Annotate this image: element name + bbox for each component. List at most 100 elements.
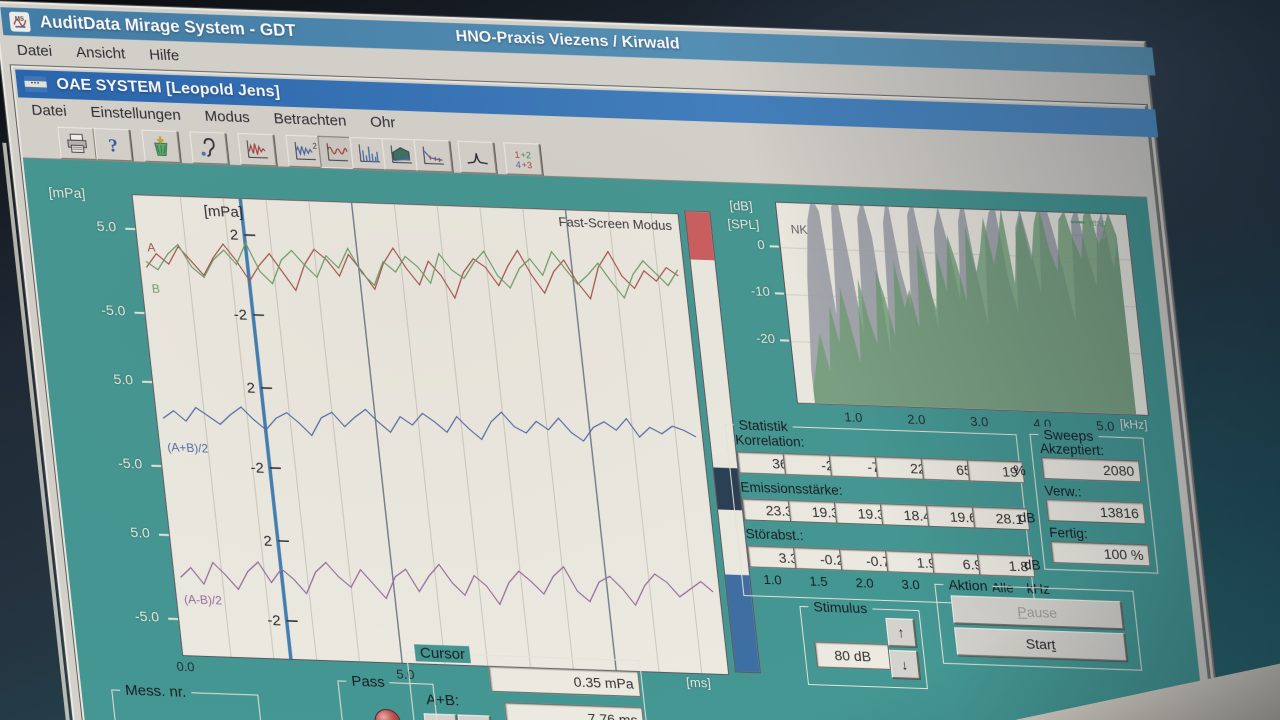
menu-hilfe[interactable]: Hilfe bbox=[136, 43, 192, 66]
verw-label: Verw.: bbox=[1044, 483, 1082, 499]
spectrum-ylabel: -20 bbox=[734, 330, 776, 346]
spectrum-area-icon bbox=[387, 143, 415, 166]
oae-menu-datei[interactable]: Datei bbox=[18, 99, 79, 122]
start-button[interactable]: Start bbox=[954, 627, 1127, 661]
axis-tick bbox=[159, 534, 169, 536]
stimulus-view-button[interactable] bbox=[237, 133, 277, 166]
fertig-label: Fertig: bbox=[1048, 525, 1088, 541]
svg-text:resp: resp bbox=[1088, 218, 1107, 229]
stimulus-down-button[interactable]: ↓ bbox=[889, 650, 920, 679]
axis-tick bbox=[780, 339, 789, 341]
svg-text:2: 2 bbox=[229, 226, 239, 243]
stimulus-up-button[interactable]: ↑ bbox=[885, 618, 916, 647]
app-icon: MS bbox=[9, 11, 31, 32]
spectrum-ylabel: -10 bbox=[729, 283, 771, 299]
down-arrow-icon: ↓ bbox=[900, 656, 909, 672]
waveform-ylabel: 5.0 bbox=[59, 216, 117, 234]
waveform-ylabel: 5.0 bbox=[93, 522, 151, 540]
waveform-unit-label: [mPa] bbox=[48, 184, 86, 201]
oae-menu-modus[interactable]: Modus bbox=[191, 105, 262, 128]
monitor-photo: MS AuditData Mirage System - GDT HNO-Pra… bbox=[0, 0, 1280, 720]
mess-nr-title: Mess. nr. bbox=[119, 682, 192, 701]
combine-1234-icon: 1+2 4+3 bbox=[509, 148, 537, 171]
freq-label: 2.0 bbox=[842, 575, 888, 592]
oae-menu-betrachten[interactable]: Betrachten bbox=[261, 107, 360, 131]
help-button[interactable]: ? bbox=[93, 128, 133, 161]
freq-label: 1.0 bbox=[750, 571, 796, 588]
help-icon: ? bbox=[99, 133, 127, 156]
practice-name: HNO-Praxis Viezens / Kirwald bbox=[455, 28, 681, 54]
svg-text:Fast-Screen Modus: Fast-Screen Modus bbox=[558, 214, 673, 233]
fertig-value: 100 % bbox=[1050, 541, 1150, 566]
start-label-key: t bbox=[1051, 637, 1057, 653]
svg-text:(A+B)/2: (A+B)/2 bbox=[167, 440, 210, 455]
waveform-ylabel: -5.0 bbox=[85, 453, 143, 471]
pass-group: Pass bbox=[337, 680, 442, 720]
cursor-group: Cursor A+B: ← → 0.35 mPa 7.76 ms bbox=[406, 652, 651, 720]
axis-tick bbox=[775, 292, 784, 294]
print-button[interactable] bbox=[57, 127, 97, 160]
spectrum-unit-spl: [SPL] bbox=[727, 216, 760, 232]
verw-value: 13816 bbox=[1046, 499, 1146, 524]
spectrum-xlabel: 1.0 bbox=[837, 409, 869, 425]
oae-menu-ohr[interactable]: Ohr bbox=[357, 111, 408, 134]
cursor-time-field[interactable]: 7.76 ms bbox=[504, 702, 645, 720]
peak-curve-icon bbox=[463, 146, 491, 169]
akzeptiert-label: Akzeptiert: bbox=[1039, 441, 1104, 458]
spectrum-bars-icon bbox=[355, 142, 383, 165]
stimulus-level-field[interactable]: 80 dB bbox=[814, 641, 891, 670]
combine-1234-view-button[interactable]: 1+2 4+3 bbox=[503, 142, 543, 175]
delete-sweeps-button[interactable] bbox=[141, 130, 181, 163]
waveform-squared-icon: 2 bbox=[291, 140, 319, 163]
pause-label: ause bbox=[1026, 604, 1058, 621]
waveform-xlabel: 0.0 bbox=[176, 659, 196, 675]
menu-datei[interactable]: Datei bbox=[4, 39, 65, 62]
oae-menu-einstellungen[interactable]: Einstellungen bbox=[77, 101, 193, 126]
svg-text:MS: MS bbox=[15, 17, 25, 23]
svg-text:(A-B)/2: (A-B)/2 bbox=[183, 592, 223, 607]
pause-button[interactable]: Pause bbox=[951, 595, 1124, 629]
ear-icon bbox=[195, 137, 223, 160]
aktion-group: Aktion Pause Start bbox=[934, 584, 1142, 671]
svg-text:?: ? bbox=[107, 136, 119, 157]
freq-label: 3.0 bbox=[888, 576, 934, 593]
svg-text:B: B bbox=[151, 281, 161, 295]
ear-button[interactable] bbox=[189, 131, 229, 164]
waveform-ylabel: 5.0 bbox=[76, 369, 134, 387]
waveform-ylabel: -5.0 bbox=[68, 300, 126, 318]
akzeptiert-value: 2080 bbox=[1041, 457, 1141, 482]
svg-text:NK: NK bbox=[790, 222, 808, 237]
peak-curve-view-button[interactable] bbox=[457, 141, 497, 174]
start-label: Star bbox=[1025, 636, 1052, 653]
cursor-right-button[interactable]: → bbox=[458, 715, 493, 720]
cursor-title: Cursor bbox=[414, 644, 471, 663]
spectrum-unit-db: [dB] bbox=[729, 198, 754, 214]
waveform-red-icon bbox=[323, 141, 351, 164]
svg-text:2: 2 bbox=[246, 379, 256, 396]
svg-text:+2: +2 bbox=[520, 150, 531, 160]
svg-text:A: A bbox=[147, 240, 157, 254]
svg-text:-2: -2 bbox=[250, 459, 265, 476]
svg-text:-2: -2 bbox=[233, 306, 248, 323]
spectrum-line-view-button[interactable] bbox=[413, 139, 453, 172]
korrelation-unit: % bbox=[1013, 463, 1027, 478]
stimulus-waveform-icon bbox=[243, 138, 271, 161]
svg-text:Stör: Stör bbox=[1090, 231, 1108, 242]
print-icon bbox=[63, 132, 91, 155]
sweeps-group: Sweeps Akzeptiert: 2080 Verw.: 13816 Fer… bbox=[1029, 434, 1158, 574]
svg-text:[mPa]: [mPa] bbox=[203, 203, 244, 221]
axis-tick bbox=[134, 312, 144, 314]
emission-label: Emissionsstärke: bbox=[740, 479, 844, 498]
stoerabst-unit: dB bbox=[1023, 557, 1041, 573]
waveform-plot[interactable]: 2-22-22-2[mPa]Fast-Screen ModusAB(A+B)/2… bbox=[131, 194, 729, 675]
cursor-amplitude-field[interactable]: 0.35 mPa bbox=[488, 666, 641, 697]
menu-ansicht[interactable]: Ansicht bbox=[63, 41, 139, 65]
oae-icon: ••• bbox=[24, 76, 48, 93]
spectrum-xlabel: 3.0 bbox=[963, 413, 995, 429]
axis-tick bbox=[770, 245, 779, 247]
trash-icon bbox=[147, 135, 175, 158]
pass-title: Pass bbox=[345, 673, 390, 692]
spectrum-ylabel: 0 bbox=[724, 236, 766, 252]
spectrum-xlabel: 2.0 bbox=[900, 411, 932, 427]
axis-tick bbox=[142, 381, 152, 383]
